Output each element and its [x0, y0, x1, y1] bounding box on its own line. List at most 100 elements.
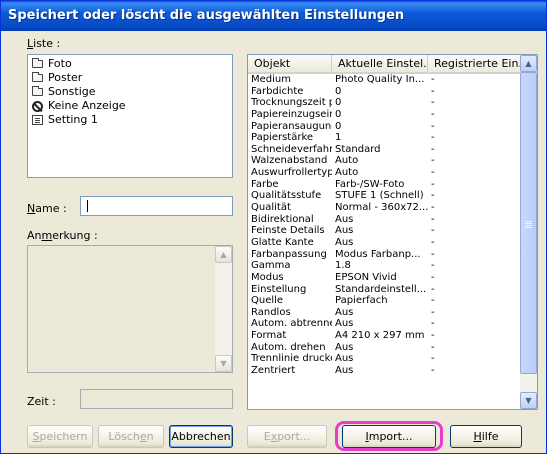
list-item-sonstige[interactable]: Sonstige — [28, 85, 232, 99]
list-item-foto[interactable]: Foto — [28, 57, 232, 71]
cell-registered: - — [431, 155, 435, 167]
column-header-current[interactable]: Aktuelle Einstel... — [332, 55, 428, 72]
cell-current: Standard — [335, 143, 381, 155]
table-row[interactable]: Farbe Farb-/SW-Foto - — [248, 179, 521, 191]
cell-current: 1.8 — [335, 260, 351, 272]
delete-button[interactable]: Löschen — [98, 425, 164, 448]
cell-object: Zentriert — [251, 365, 296, 377]
cell-registered: - — [431, 260, 435, 272]
cell-registered: - — [431, 108, 435, 120]
table-row[interactable]: Farbanpassung Modus Farbanp... - — [248, 249, 521, 261]
table-row[interactable]: Qualität Normal - 360x72... - — [248, 202, 521, 214]
cell-current: 0 — [335, 120, 342, 132]
cell-registered: - — [431, 353, 435, 365]
cell-registered: - — [431, 74, 435, 85]
cell-current: Papierfach — [335, 295, 388, 307]
table-row[interactable]: Trocknungszeit p...0 - — [248, 97, 521, 109]
cell-registered: - — [431, 248, 435, 260]
cell-object: Auswurfrollertyp — [251, 167, 332, 179]
cell-registered: - — [431, 202, 435, 214]
cell-current: 0 — [335, 108, 342, 120]
table-row[interactable]: Papierstärke 1 - — [248, 132, 521, 144]
column-header-registered[interactable]: Registrierte Ein... — [428, 55, 521, 72]
table-row[interactable]: Gamma 1.8 - — [248, 260, 521, 272]
table-row[interactable]: Bidirektional Aus - — [248, 214, 521, 226]
table-row[interactable]: Auswurfrollertyp Auto - — [248, 167, 521, 179]
cell-registered: - — [431, 330, 435, 342]
cell-registered: - — [431, 306, 435, 318]
export-button[interactable]: Export... — [247, 425, 327, 448]
comment-scrollbar[interactable]: ▲ ▼ — [215, 246, 232, 372]
cell-object: Trocknungszeit p... — [251, 97, 332, 109]
cell-object: Papierstärke — [251, 132, 314, 144]
table-row[interactable]: Walzenabstand Auto - — [248, 155, 521, 167]
cell-registered: - — [431, 190, 435, 202]
list-item-label: Foto — [48, 57, 72, 70]
scroll-up-arrow-icon[interactable]: ▲ — [520, 55, 537, 72]
table-row[interactable]: Feinste Details Aus - — [248, 225, 521, 237]
list-item-label: Keine Anzeige — [48, 99, 126, 112]
cell-registered: - — [431, 318, 435, 330]
list-item-setting-1[interactable]: Setting 1 — [28, 113, 232, 127]
cell-registered: - — [431, 283, 435, 295]
list-item-label: Poster — [48, 71, 83, 84]
cell-current: Auto — [335, 167, 359, 179]
list-label: Liste : — [27, 37, 61, 50]
table-row[interactable]: Randlos Aus - — [248, 307, 521, 319]
list-item-keine-anzeige[interactable]: Keine Anzeige — [28, 99, 232, 113]
import-highlight-ring — [335, 421, 443, 451]
time-field — [80, 389, 233, 409]
table-row[interactable]: Autom. drehen Aus - — [248, 342, 521, 354]
cell-object: Papieransaugung — [251, 120, 332, 132]
table-row[interactable]: Format A4 210 x 297 mm - — [248, 330, 521, 342]
help-button[interactable]: Hilfe — [450, 425, 522, 448]
table-row[interactable]: Medium Photo Quality In... - — [248, 74, 521, 86]
table-row[interactable]: Quelle Papierfach - — [248, 295, 521, 307]
list-item-label: Sonstige — [48, 85, 96, 98]
comment-textarea[interactable]: ▲ ▼ — [27, 245, 233, 373]
text-caret — [87, 200, 88, 212]
comment-label: Anmerkung : — [27, 229, 98, 242]
scroll-thumb[interactable] — [520, 72, 537, 374]
cell-registered: - — [431, 225, 435, 237]
list-item-label: Setting 1 — [48, 113, 98, 126]
save-button[interactable]: Speichern — [27, 425, 93, 448]
list-item-poster[interactable]: Poster — [28, 71, 232, 85]
table-row[interactable]: Glatte Kante Aus - — [248, 237, 521, 249]
scroll-down-arrow-icon[interactable]: ▼ — [520, 392, 537, 409]
cell-object: Einstellung — [251, 283, 307, 295]
settings-table[interactable]: Objekt Aktuelle Einstel... Registrierte … — [247, 54, 538, 410]
column-header-object[interactable]: Objekt — [248, 55, 332, 72]
table-row[interactable]: Farbdichte 0 - — [248, 86, 521, 98]
cancel-button[interactable]: Abbrechen — [169, 425, 233, 448]
scroll-up-arrow-icon[interactable]: ▲ — [215, 246, 232, 263]
table-row[interactable]: Papiereinzugsein...0 - — [248, 109, 521, 121]
settings-list[interactable]: Foto Poster Sonstige Keine Anzeige Setti… — [27, 54, 233, 178]
cell-object: Autom. abtrennen — [251, 318, 332, 330]
cell-current: Photo Quality In... — [335, 74, 425, 85]
cell-current: 1 — [335, 132, 342, 144]
table-row[interactable]: Papieransaugung 0 - — [248, 121, 521, 133]
name-label: Name : — [27, 202, 67, 215]
cell-current: Aus — [335, 236, 354, 248]
cell-registered: - — [431, 236, 435, 248]
table-row[interactable]: Einstellung Standardeinstell... - — [248, 284, 521, 296]
cell-current: Aus — [335, 213, 354, 225]
cell-registered: - — [431, 295, 435, 307]
scroll-down-arrow-icon[interactable]: ▼ — [215, 355, 232, 372]
cell-current: Aus — [335, 353, 354, 365]
settings-document-icon — [32, 115, 43, 125]
table-row[interactable]: Qualitätsstufe STUFE 1 (Schnell) - — [248, 190, 521, 202]
cell-registered: - — [431, 178, 435, 190]
name-input[interactable] — [80, 196, 233, 216]
table-row[interactable]: SchneideverfahrenStandard - — [248, 144, 521, 156]
table-row[interactable]: Modus EPSON Vivid - — [248, 272, 521, 284]
table-row[interactable]: Autom. abtrennenAus - — [248, 318, 521, 330]
cell-registered: - — [431, 167, 435, 179]
folder-icon — [32, 58, 43, 68]
table-row[interactable]: Trennlinie druckenAus - — [248, 353, 521, 365]
cell-current: Standardeinstell... — [335, 283, 427, 295]
table-row[interactable]: Zentriert Aus - — [248, 365, 521, 377]
cell-object: Randlos — [251, 306, 291, 318]
table-scrollbar[interactable]: ▲ ▼ — [520, 55, 537, 409]
